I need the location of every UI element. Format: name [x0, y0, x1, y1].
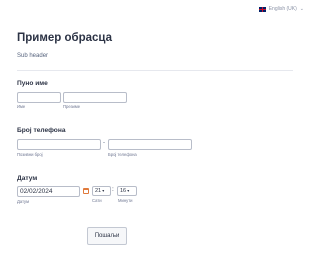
phone-number-sublabel: Број телефона [108, 152, 137, 157]
uk-flag-icon [258, 6, 266, 12]
minute-select[interactable]: 16 ▾ [117, 186, 137, 196]
form-header: Пример обрасца Sub header [17, 32, 293, 71]
hour-sublabel: Сати [92, 198, 102, 203]
date-label: Датум [17, 175, 38, 182]
phone-number-input[interactable] [108, 139, 192, 150]
first-name-sublabel: Име [17, 104, 26, 109]
language-label: English (UK) [268, 6, 297, 12]
minute-sublabel: Минути [118, 198, 133, 203]
date-sublabel: Датум [17, 199, 29, 204]
time-separator: : [112, 186, 114, 193]
last-name-input[interactable] [63, 92, 127, 103]
chevron-down-icon: ⌄ [299, 6, 304, 12]
submit-button[interactable]: Пошаљи [87, 227, 127, 245]
phone-separator: - [103, 140, 105, 146]
full-name-label: Пуно име [17, 80, 48, 87]
page-subheader: Sub header [17, 53, 49, 59]
hour-select[interactable]: 21 ▾ [92, 186, 111, 196]
language-selector[interactable]: English (UK) ⌄ [258, 6, 304, 12]
calendar-icon[interactable] [83, 188, 89, 194]
area-code-input[interactable] [17, 139, 101, 150]
phone-label: Број телефона [17, 127, 66, 134]
area-code-sublabel: Позивни број [17, 152, 43, 157]
last-name-sublabel: Презиме [63, 104, 81, 109]
first-name-input[interactable] [17, 92, 61, 103]
date-input[interactable]: 02/02/2024 [17, 186, 80, 197]
page-title: Пример обрасца [17, 32, 113, 44]
